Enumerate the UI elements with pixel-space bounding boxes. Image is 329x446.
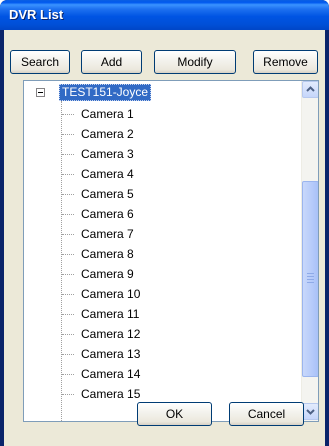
tree-item-camera[interactable]: Camera 2	[62, 124, 262, 144]
tree-item-label: Camera 3	[81, 147, 134, 161]
dvr-list-window: DVR List Search Add Modify Remove TEST15…	[0, 0, 329, 446]
tree-item-camera[interactable]: Camera 5	[62, 184, 262, 204]
tree-branch-line	[62, 194, 74, 195]
tree-item-camera[interactable]: Camera 14	[62, 364, 262, 384]
minus-box-icon[interactable]	[36, 88, 45, 97]
tree-item-camera[interactable]: Camera 8	[62, 244, 262, 264]
scroll-down-button[interactable]	[302, 403, 318, 420]
tree-branch-line	[62, 354, 74, 355]
tree-item-camera[interactable]: Camera 1	[62, 104, 262, 124]
tree-branch-line	[62, 234, 74, 235]
dialog-client-area: Search Add Modify Remove TEST151-Joyce C…	[4, 30, 325, 446]
tree-item-label: Camera 10	[81, 287, 141, 301]
tree-branch-line	[62, 314, 74, 315]
tree-item-label: Camera 4	[81, 167, 134, 181]
tree-branch-line	[62, 214, 74, 215]
tree-item-label: Camera 2	[81, 127, 134, 141]
tree-item-camera[interactable]: Camera 4	[62, 164, 262, 184]
tree-branch-line	[62, 394, 74, 395]
tree-item-camera[interactable]: Camera 11	[62, 304, 262, 324]
tree-item-label: Camera 11	[81, 307, 140, 321]
tree-branch-line	[62, 154, 74, 155]
tree-item-label: Camera 6	[81, 207, 134, 221]
arrow-down-icon	[306, 409, 315, 415]
remove-button[interactable]: Remove	[253, 50, 318, 74]
tree-item-label: Camera 8	[81, 247, 134, 261]
ok-button[interactable]: OK	[137, 402, 212, 426]
tree-item-label: Camera 7	[81, 227, 134, 241]
add-button[interactable]: Add	[81, 50, 142, 74]
tree-item-camera[interactable]: Camera 13	[62, 344, 262, 364]
cancel-button[interactable]: Cancel	[229, 402, 304, 426]
tree-branch-line	[62, 174, 74, 175]
tree-branch-line	[62, 254, 74, 255]
tree-branch-line	[62, 134, 74, 135]
tree-branch-line	[62, 274, 74, 275]
thumb-grip	[307, 273, 314, 274]
tree-branch-line	[62, 374, 74, 375]
tree-item-label: Camera 1	[81, 107, 134, 121]
tree-item-camera[interactable]: Camera 3	[62, 144, 262, 164]
vertical-scrollbar[interactable]	[301, 81, 318, 421]
tree-item-label: Camera 14	[81, 367, 141, 381]
arrow-up-icon	[306, 86, 315, 92]
search-button[interactable]: Search	[10, 50, 70, 74]
tree-item-camera[interactable]: Camera 9	[62, 264, 262, 284]
thumb-grip	[307, 282, 314, 283]
tree-item-camera[interactable]: Camera 12	[62, 324, 262, 344]
tree-item-camera[interactable]: Camera 10	[62, 284, 262, 304]
tree-branch-line	[62, 334, 74, 335]
tree-item-label: Camera 5	[81, 187, 134, 201]
tree-item-camera[interactable]: Camera 6	[62, 204, 262, 224]
tree-item-label: Camera 12	[81, 327, 141, 341]
tree-branch-line	[62, 294, 74, 295]
scroll-up-button[interactable]	[302, 81, 318, 98]
tree-item-label: Camera 9	[81, 267, 134, 281]
tree-branch-line	[62, 114, 74, 115]
thumb-grip	[307, 276, 314, 277]
scroll-thumb[interactable]	[302, 181, 318, 377]
tree-item-camera[interactable]: Camera 15	[62, 384, 262, 404]
window-title: DVR List	[9, 7, 64, 22]
modify-button[interactable]: Modify	[154, 50, 236, 74]
title-bar[interactable]: DVR List	[0, 0, 329, 30]
tree-item-label: Camera 15	[81, 387, 141, 401]
thumb-grip	[307, 279, 314, 280]
tree-item-camera[interactable]: Camera 7	[62, 224, 262, 244]
tree-item-label: Camera 13	[81, 347, 141, 361]
dvr-tree[interactable]: TEST151-Joyce Camera 1 Camera 2 Camera 3 Ca…	[23, 80, 319, 422]
tree-content: TEST151-Joyce Camera 1 Camera 2 Camera 3 Ca…	[24, 81, 300, 421]
tree-root-dvr[interactable]: TEST151-Joyce	[59, 84, 152, 101]
